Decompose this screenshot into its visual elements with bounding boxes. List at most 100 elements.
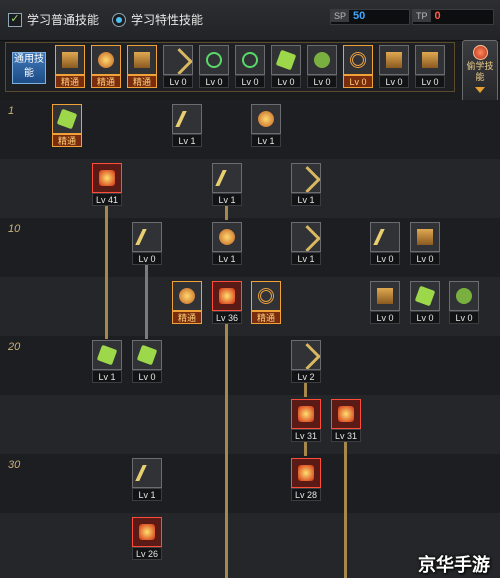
tp-points: TP 0	[412, 9, 494, 25]
common-skill-10[interactable]: Lv 0	[379, 45, 409, 89]
skill-slot[interactable]: 精通	[172, 281, 202, 325]
sp-label: SP	[331, 10, 350, 22]
ring-icon	[350, 52, 366, 68]
skill-tag: 精通	[251, 311, 281, 324]
sp-value: 50	[353, 10, 366, 22]
common-skill-11[interactable]: Lv 0	[415, 45, 445, 89]
skill-tag: Lv 0	[449, 311, 479, 324]
flame-kick-icon	[258, 111, 274, 127]
common-skill-2[interactable]: 精通	[91, 45, 121, 89]
common-skill-5[interactable]: Lv 0	[199, 45, 229, 89]
skill-slot[interactable]: Lv 0	[132, 222, 162, 266]
slash-icon	[135, 229, 161, 245]
learn-normal-label: 学习普通技能	[27, 13, 100, 27]
skill-link-line	[225, 323, 228, 578]
level-marker: 10	[8, 223, 21, 235]
punch-icon	[135, 465, 161, 481]
skill-slot[interactable]: Lv 0	[410, 281, 440, 325]
dash-strike-icon	[215, 170, 241, 186]
skill-slot[interactable]: Lv 1	[212, 163, 242, 207]
skill-slot[interactable]: Lv 31	[331, 399, 361, 443]
skill-slot[interactable]: Lv 1	[291, 222, 321, 266]
dash-icon	[134, 52, 150, 68]
common-skill-8[interactable]: Lv 0	[307, 45, 337, 89]
skill-slot[interactable]: 精通	[52, 104, 82, 148]
learn-skills-button[interactable]: 偷学技能	[462, 40, 498, 102]
checkbox-icon[interactable]: ✓	[8, 12, 22, 27]
radio-icon[interactable]	[112, 12, 126, 27]
gun-turret-icon	[338, 406, 354, 422]
green-book-icon	[56, 108, 78, 130]
skill-tag: 精通	[91, 75, 121, 88]
skill-tag: Lv 1	[132, 488, 162, 501]
skill-link-line	[225, 205, 228, 220]
skill-slot[interactable]: Lv 1	[132, 458, 162, 502]
skill-link-line	[344, 440, 347, 578]
skill-tag: Lv 0	[370, 252, 400, 265]
skill-slot[interactable]: Lv 31	[291, 399, 321, 443]
fire-burst-icon	[139, 524, 155, 540]
fire-kick-icon	[98, 52, 114, 68]
skill-slot[interactable]: Lv 28	[291, 458, 321, 502]
skill-slot[interactable]: Lv 26	[132, 517, 162, 561]
common-skill-4[interactable]: Lv 0	[163, 45, 193, 89]
gem-icon	[473, 45, 488, 60]
skill-tag: Lv 1	[92, 370, 122, 383]
skill-slot[interactable]: Lv 2	[291, 340, 321, 384]
combo-icon	[179, 288, 195, 304]
skill-tag: Lv 36	[212, 311, 242, 324]
g1-grenade-icon	[294, 343, 320, 369]
skill-slot[interactable]: Lv 1	[212, 222, 242, 266]
skill-slot[interactable]: Lv 36	[212, 281, 242, 325]
skill-slot[interactable]: Lv 1	[291, 163, 321, 207]
crate-icon	[258, 288, 274, 304]
common-skill-7[interactable]: Lv 0	[271, 45, 301, 89]
level-marker: 20	[8, 341, 21, 353]
skill-tag: Lv 41	[92, 193, 122, 206]
skill-tag: Lv 0	[379, 75, 409, 88]
skill-tag: 精通	[127, 75, 157, 88]
common-skills-label: 通用技能	[12, 52, 46, 84]
skill-tag: Lv 0	[410, 252, 440, 265]
skill-tag: Lv 28	[291, 488, 321, 501]
common-skill-1[interactable]: 精通	[55, 45, 85, 89]
common-skill-9[interactable]: Lv 0	[343, 45, 373, 89]
skill-tag: 精通	[52, 134, 82, 147]
skill-slot[interactable]: Lv 1	[251, 104, 281, 148]
skill-tag: Lv 31	[291, 429, 321, 442]
learn-special-skills-option[interactable]: 学习特性技能	[112, 11, 203, 28]
explosion-icon	[99, 170, 115, 186]
skill-tag: Lv 1	[212, 252, 242, 265]
skill-slot[interactable]: Lv 0	[370, 222, 400, 266]
skill-tag: Lv 0	[415, 75, 445, 88]
skill-slot[interactable]: Lv 1	[172, 104, 202, 148]
flex-figure-icon	[386, 52, 402, 68]
level-marker: 30	[8, 459, 21, 471]
skill-tag: Lv 1	[172, 134, 202, 147]
learn-skills-label: 偷学技能	[466, 61, 494, 82]
skill-tag: Lv 0	[235, 75, 265, 88]
skill-slot[interactable]: Lv 0	[449, 281, 479, 325]
skill-tag: Lv 1	[251, 134, 281, 147]
skill-slot[interactable]: Lv 0	[370, 281, 400, 325]
skill-slot[interactable]: Lv 41	[92, 163, 122, 207]
impact-icon	[219, 229, 235, 245]
skill-slot[interactable]: 精通	[251, 281, 281, 325]
blast-icon	[219, 288, 235, 304]
skill-slot[interactable]: Lv 0	[410, 222, 440, 266]
chevron-down-icon	[475, 87, 485, 93]
common-skill-6[interactable]: Lv 0	[235, 45, 265, 89]
skill-slot[interactable]: Lv 1	[92, 340, 122, 384]
skill-slot[interactable]: Lv 0	[132, 340, 162, 384]
common-skill-3[interactable]: 精通	[127, 45, 157, 89]
cross-strike-icon	[294, 225, 320, 251]
jump-kick-icon	[377, 288, 393, 304]
sp-points: SP 50	[330, 9, 410, 25]
skill-tag: Lv 1	[291, 252, 321, 265]
skill-tag: Lv 0	[370, 311, 400, 324]
skill-tag: Lv 0	[410, 311, 440, 324]
learn-normal-skills-option[interactable]: ✓ 学习普通技能	[8, 11, 99, 28]
ground-wave-icon	[414, 285, 436, 307]
skill-tag: Lv 0	[132, 252, 162, 265]
skill-link-line	[145, 264, 148, 339]
